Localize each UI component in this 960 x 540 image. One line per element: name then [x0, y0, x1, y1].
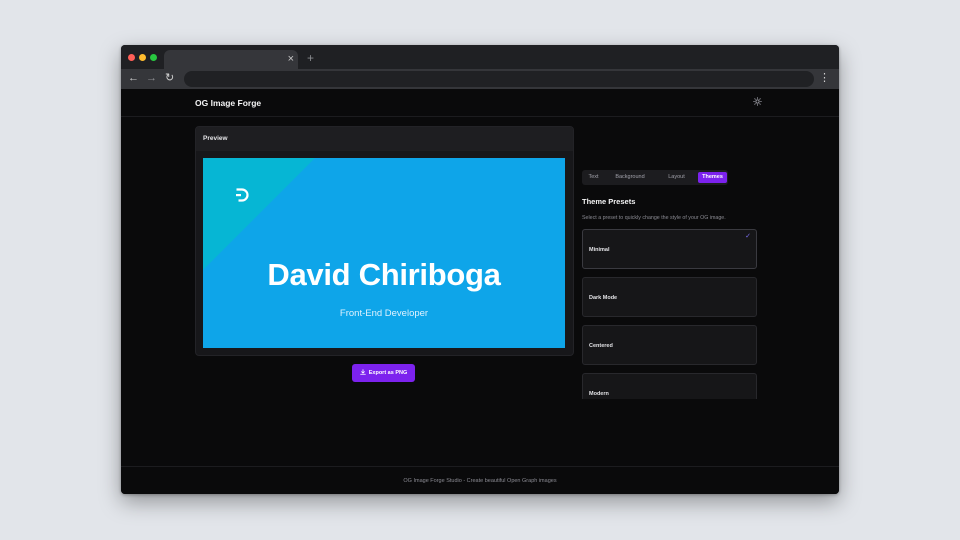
close-window-button[interactable] — [128, 54, 135, 61]
preset-dark-mode[interactable]: Dark Mode — [582, 277, 757, 317]
brand-title: OG Image Forge — [195, 98, 262, 108]
browser-toolbar: ← → ↻ ⋮ — [121, 69, 839, 89]
forward-arrow-icon[interactable]: → — [146, 72, 157, 85]
og-name-text: David Chiriboga — [267, 257, 501, 292]
settings-tabs: Text Background Layout Themes — [582, 170, 728, 185]
theme-presets-title: Theme Presets — [582, 197, 636, 206]
download-icon — [359, 369, 366, 377]
accent-triangle — [203, 158, 315, 270]
preset-modern[interactable]: Modern — [582, 373, 757, 399]
preset-minimal[interactable]: Minimal ✓ — [582, 229, 757, 269]
address-bar[interactable] — [184, 71, 814, 87]
logo-icon — [235, 188, 249, 207]
preset-label: Dark Mode — [589, 295, 618, 301]
browser-window: × + ← → ↻ ⋮ OG Image Forge Preview David… — [121, 45, 839, 494]
export-button-label: Export as PNG — [368, 370, 408, 376]
tab-background[interactable]: Background — [609, 172, 651, 183]
app-footer: OG Image Forge Studio - Create beautiful… — [121, 466, 839, 494]
new-tab-icon[interactable]: + — [307, 52, 314, 64]
browser-tab[interactable]: × — [164, 50, 298, 69]
check-icon: ✓ — [745, 233, 751, 240]
og-role-text: Front-End Developer — [339, 308, 429, 319]
back-arrow-icon[interactable]: ← — [128, 72, 139, 85]
preset-label: Modern — [589, 391, 609, 397]
preset-label: Minimal — [589, 247, 610, 253]
reload-icon[interactable]: ↻ — [165, 72, 174, 85]
app-header: OG Image Forge — [121, 89, 839, 117]
browser-menu-icon[interactable]: ⋮ — [819, 72, 830, 85]
footer-text: OG Image Forge Studio - Create beautiful… — [403, 478, 557, 484]
minimize-window-button[interactable] — [139, 54, 146, 61]
preview-title: Preview — [203, 135, 228, 142]
preset-list[interactable]: Minimal ✓ Dark Mode Centered Modern — [582, 229, 758, 399]
tab-text[interactable]: Text — [584, 172, 603, 183]
export-png-button[interactable]: Export as PNG — [352, 364, 415, 382]
preview-header: Preview — [196, 127, 573, 151]
sun-icon[interactable] — [753, 97, 762, 108]
maximize-window-button[interactable] — [150, 54, 157, 61]
og-image-canvas: David Chiriboga Front-End Developer — [203, 158, 565, 348]
tab-themes[interactable]: Themes — [698, 172, 727, 183]
tab-close-icon[interactable]: × — [288, 53, 294, 65]
preset-label: Centered — [589, 343, 613, 349]
preset-centered[interactable]: Centered — [582, 325, 757, 365]
app-page: OG Image Forge Preview David Chiriboga F… — [121, 89, 839, 494]
theme-presets-description: Select a preset to quickly change the st… — [582, 215, 726, 221]
preview-card: Preview David Chiriboga Front-End Develo… — [195, 126, 574, 356]
tab-layout[interactable]: Layout — [660, 172, 693, 183]
browser-titlebar: × + — [121, 45, 839, 69]
